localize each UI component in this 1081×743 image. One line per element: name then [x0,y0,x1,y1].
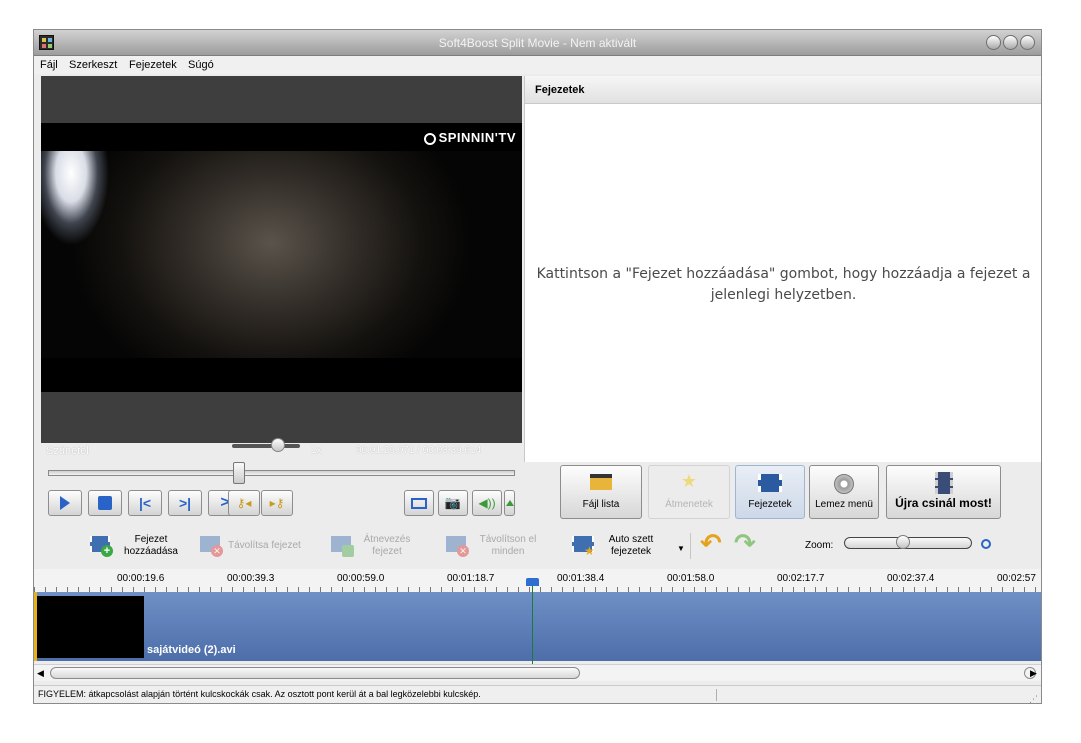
time-readout: 00:01:29.071 / 00:03:39.614 [356,445,482,456]
video-frame: SPINNIN'TV [41,123,522,392]
menu-chapters[interactable]: Fejezetek [129,59,177,71]
remove-all-button[interactable]: Távolítson el minden [470,534,546,558]
add-chapter-button[interactable]: Fejezet hozzáadása [116,534,186,558]
skip-back-icon: |< [138,495,152,511]
chapters-panel-header: Fejezetek [525,76,1041,104]
volume-arrow-button[interactable] [504,490,515,516]
toolbar-divider [690,533,691,559]
ruler-tick-label: 00:00:39.3 [227,573,275,584]
zoom-label: Zoom: [805,540,834,551]
arrow-up-icon [505,500,514,506]
ruler-tick-label: 00:01:58.0 [667,573,715,584]
volume-slider-track[interactable] [232,444,300,448]
auto-chapters-dropdown-icon[interactable]: ▼ [677,544,685,553]
watermark-logo-icon [423,133,436,145]
ruler-tick-label: 00:01:18.7 [447,573,495,584]
playhead-line [532,586,533,668]
play-button[interactable] [48,490,82,516]
menu-file[interactable]: Fájl [40,59,58,71]
playhead-marker[interactable] [526,578,539,586]
play-icon [60,496,70,510]
key-previous-icon: ⚷◂ [236,496,252,510]
remove-all-chapters-icon: ✕ [446,533,470,557]
go-to-start-button[interactable]: |< [128,490,162,516]
disc-icon [834,474,854,494]
total-duration: 00:03:39.614 [422,445,482,456]
redo-icon[interactable]: ↷ [734,530,756,556]
seek-bar[interactable] [48,470,515,476]
undo-icon[interactable]: ↶ [700,530,722,556]
rename-chapter-button[interactable]: Átnevezés fejezet [352,534,422,558]
remove-chapter-button[interactable]: Távolítsa fejezet [228,540,318,552]
ruler-tick-label: 00:00:19.6 [117,573,165,584]
minimize-button[interactable] [986,35,1001,50]
maximize-button[interactable] [1003,35,1018,50]
scrollbar-thumb[interactable] [50,667,580,679]
playback-speed: 1x [311,445,322,456]
status-bar: FIGYELEM: átkapcsolást alapján történt k… [34,685,1041,703]
scroll-right-icon[interactable]: ▶ [1030,668,1037,679]
chapters-empty-message: Kattintson a "Fejezet hozzáadása" gombot… [536,266,1031,303]
screen-icon [411,497,427,509]
close-button[interactable] [1020,35,1035,50]
stop-icon [98,496,112,510]
ruler-tick-label: 00:02:17.7 [777,573,825,584]
zoom-magnifier-icon[interactable] [981,539,991,549]
snapshot-button[interactable]: 📷 [438,490,468,516]
menu-help[interactable]: Súgó [188,59,214,71]
title-bar[interactable]: Soft4Boost Split Movie - Nem aktivált [34,30,1041,56]
key-next-icon: ▸⚷ [269,496,285,510]
transitions-button[interactable]: ★ Átmenetek [648,465,730,519]
window-title: Soft4Boost Split Movie - Nem aktivált [438,36,637,50]
ruler-tick-label: 00:01:38.4 [557,573,605,584]
auto-chapters-icon[interactable]: ★ [572,533,598,558]
go-to-end-button[interactable]: >| [168,490,202,516]
disc-menu-button[interactable]: Lemez menü [809,465,879,519]
ruler-tick-label: 00:02:37.4 [887,573,935,584]
skip-forward-icon: >| [178,495,192,511]
film-render-icon [934,472,953,494]
timeline-scrollbar[interactable]: ◀ ▶ [34,664,1041,681]
resize-grip-icon[interactable]: ⋰ [1029,691,1038,703]
clip-thumbnail [37,596,144,658]
fullscreen-button[interactable] [404,490,434,516]
status-divider [716,689,717,701]
letterbox-bottom [41,358,522,392]
status-text: FIGYELEM: átkapcsolást alapján történt k… [38,689,481,699]
video-still [41,123,522,392]
menu-bar: Fájl Szerkeszt Fejezetek Súgó [34,56,1041,74]
auto-chapters-button[interactable]: Auto szett fejezetek [598,534,664,558]
volume-button[interactable]: ◀)) [472,490,502,516]
add-chapter-icon[interactable]: + [90,533,114,557]
zoom-slider-knob[interactable] [896,535,910,549]
previous-chapter-button[interactable]: ⚷◂ [228,490,260,516]
star-icon: ★ [680,471,698,491]
next-chapter-button[interactable]: ▸⚷ [261,490,293,516]
chapters-panel: Fejezetek Kattintson a "Fejezet hozzáadá… [524,76,1041,462]
camera-icon: 📷 [444,495,462,510]
menu-edit[interactable]: Szerkeszt [69,59,117,71]
timeline-track[interactable]: sajátvideó (2).avi [34,592,1041,661]
remove-chapter-icon: ✕ [200,533,224,557]
app-window: Soft4Boost Split Movie - Nem aktivált Fá… [33,29,1042,704]
ruler-tick-label: 00:02:57 [997,573,1036,584]
clapperboard-icon [590,474,612,490]
ruler-tick-label: 00:00:59.0 [337,573,385,584]
clip-name: sajátvideó (2).avi [147,644,236,656]
convert-now-button[interactable]: Újra csinál most! [886,465,1001,519]
player-state-label: Szünetel [46,445,89,457]
filmstrip-icon [758,474,782,492]
chapters-mode-button[interactable]: Fejezetek [735,465,805,519]
volume-slider-knob[interactable] [271,438,285,452]
file-list-button[interactable]: Fájl lista [560,465,642,519]
speaker-icon: ◀)) [478,496,496,510]
seek-handle[interactable] [233,462,246,484]
video-watermark: SPINNIN'TV [423,130,516,145]
scroll-left-icon[interactable]: ◀ [37,668,44,679]
stop-button[interactable] [88,490,122,516]
current-time: 00:01:29.071 [356,445,415,456]
